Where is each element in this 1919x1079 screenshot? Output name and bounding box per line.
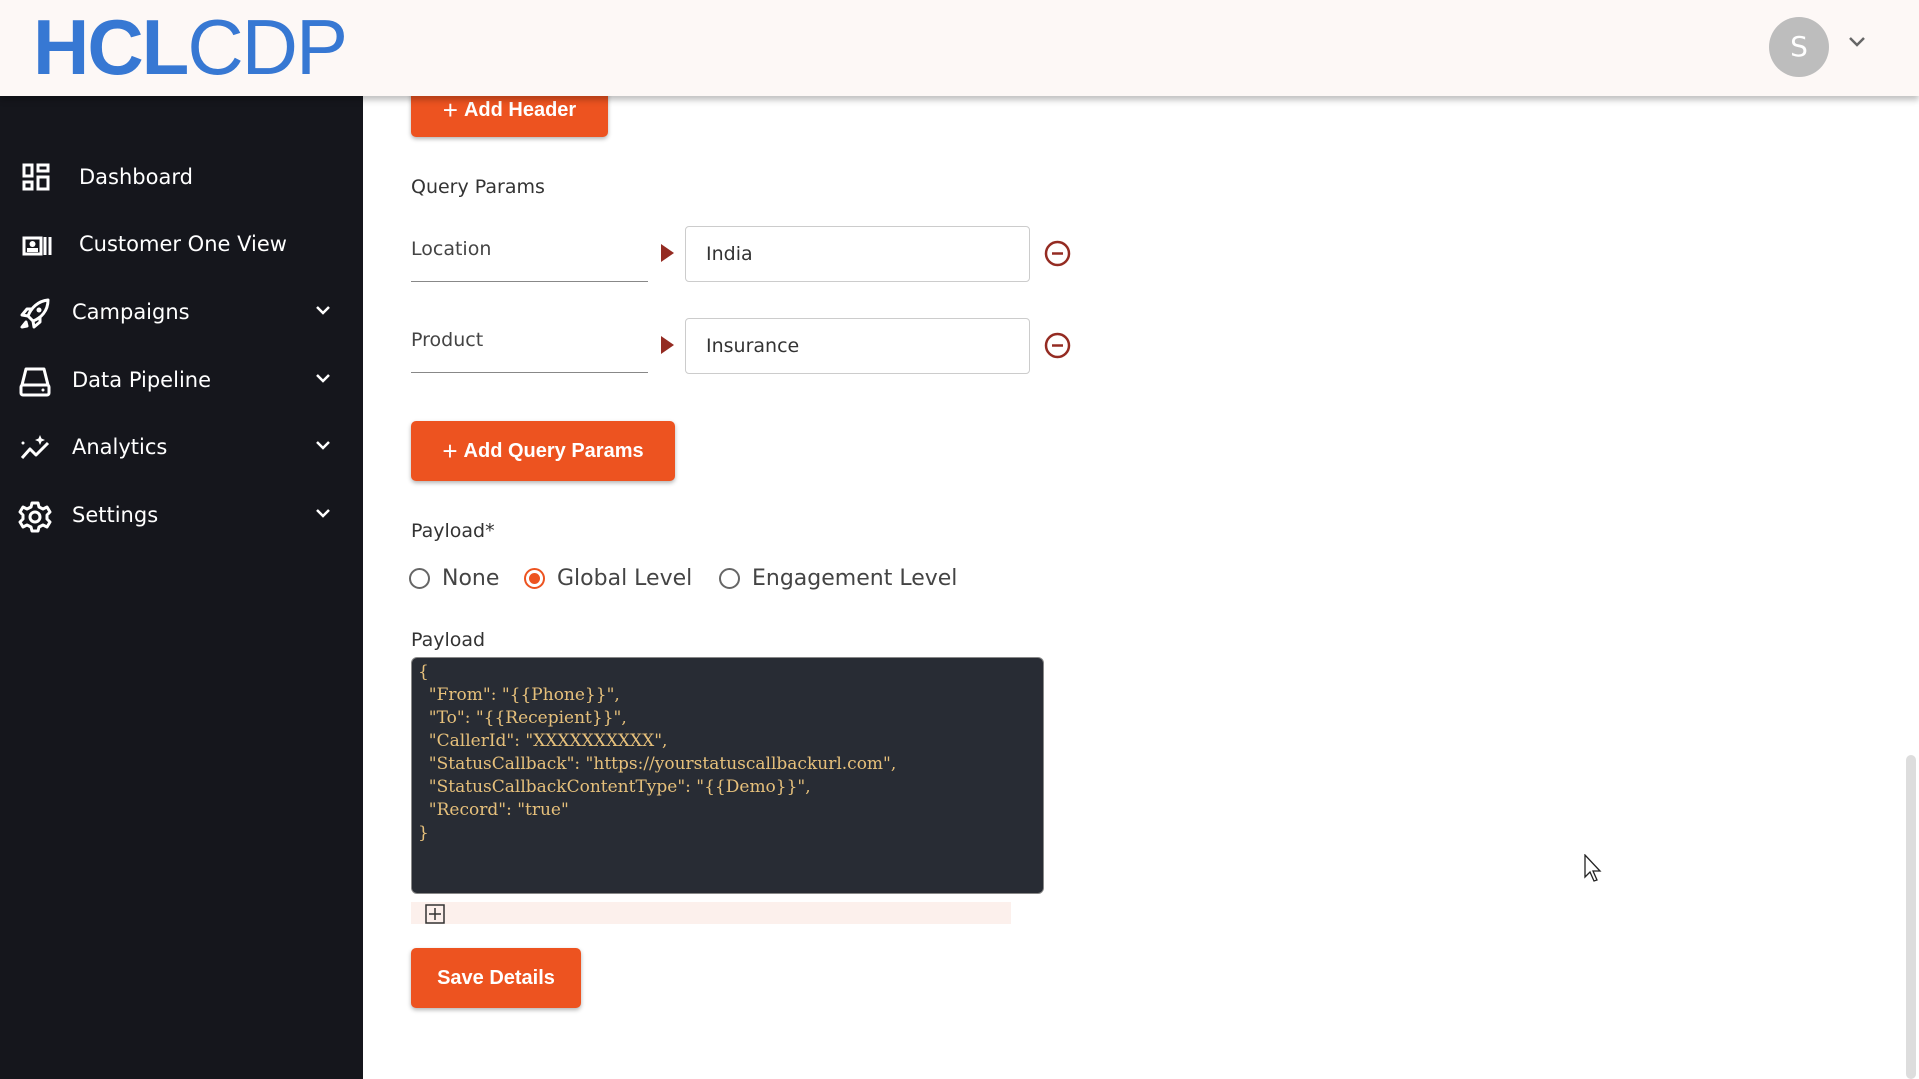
radio-none[interactable]: None	[409, 566, 499, 591]
editor-toolbar	[411, 902, 1011, 924]
sidebar-item-data-pipeline[interactable]: Data Pipeline	[0, 356, 363, 406]
analytics-icon	[20, 435, 50, 459]
radio-button-selected[interactable]	[524, 568, 545, 589]
save-details-button[interactable]: Save Details	[411, 948, 581, 1008]
arrow-right-icon	[661, 336, 674, 354]
mouse-cursor-icon	[1584, 854, 1602, 882]
payload-label: Payload	[411, 629, 486, 651]
radio-engagement-level[interactable]: Engagement Level	[719, 566, 957, 591]
query-param-value-input[interactable]	[685, 226, 1030, 282]
dashboard-icon	[22, 163, 50, 191]
remove-circle-icon[interactable]	[1044, 240, 1071, 267]
sidebar-item-dashboard[interactable]: Dashboard	[0, 153, 363, 203]
scrollbar[interactable]	[1906, 755, 1916, 1079]
payload-editor[interactable]: { "From": "{{Phone}}", "To": "{{Recepien…	[411, 657, 1044, 894]
chevron-down-icon	[316, 306, 330, 315]
sidebar-item-customer-one-view[interactable]: Customer One View	[0, 220, 363, 270]
chevron-down-icon	[316, 441, 330, 450]
query-params-title: Query Params	[411, 176, 545, 198]
user-avatar[interactable]: S	[1769, 17, 1829, 77]
rocket-icon	[20, 298, 50, 329]
hclcdp-logo[interactable]: HCLCDP	[33, 4, 348, 90]
radio-global-level[interactable]: Global Level	[524, 566, 692, 591]
plus-icon: +	[442, 95, 458, 125]
radio-button[interactable]	[719, 568, 740, 589]
gear-icon	[18, 501, 52, 533]
radio-button[interactable]	[409, 568, 430, 589]
add-query-params-button[interactable]: + Add Query Params	[411, 421, 675, 481]
query-param-value-input[interactable]	[685, 318, 1030, 374]
chevron-down-icon	[316, 509, 330, 518]
query-param-key-input[interactable]: Product	[411, 317, 648, 373]
query-param-key-input[interactable]: Location	[411, 226, 648, 282]
storage-icon	[19, 367, 51, 397]
top-header: HCLCDP S	[0, 0, 1919, 96]
expand-plus-icon[interactable]	[425, 904, 445, 924]
contact-card-icon	[22, 236, 52, 256]
remove-circle-icon[interactable]	[1044, 332, 1071, 359]
plus-icon: +	[442, 435, 458, 466]
payload-type-label: Payload*	[411, 520, 495, 542]
sidebar-item-analytics[interactable]: Analytics	[0, 423, 363, 473]
sidebar: Dashboard Customer One View Campaigns Da…	[0, 96, 363, 1079]
sidebar-item-campaigns[interactable]: Campaigns	[0, 288, 363, 338]
arrow-right-icon	[661, 244, 674, 262]
chevron-down-icon[interactable]	[1848, 36, 1866, 48]
chevron-down-icon	[316, 374, 330, 383]
sidebar-item-settings[interactable]: Settings	[0, 491, 363, 541]
